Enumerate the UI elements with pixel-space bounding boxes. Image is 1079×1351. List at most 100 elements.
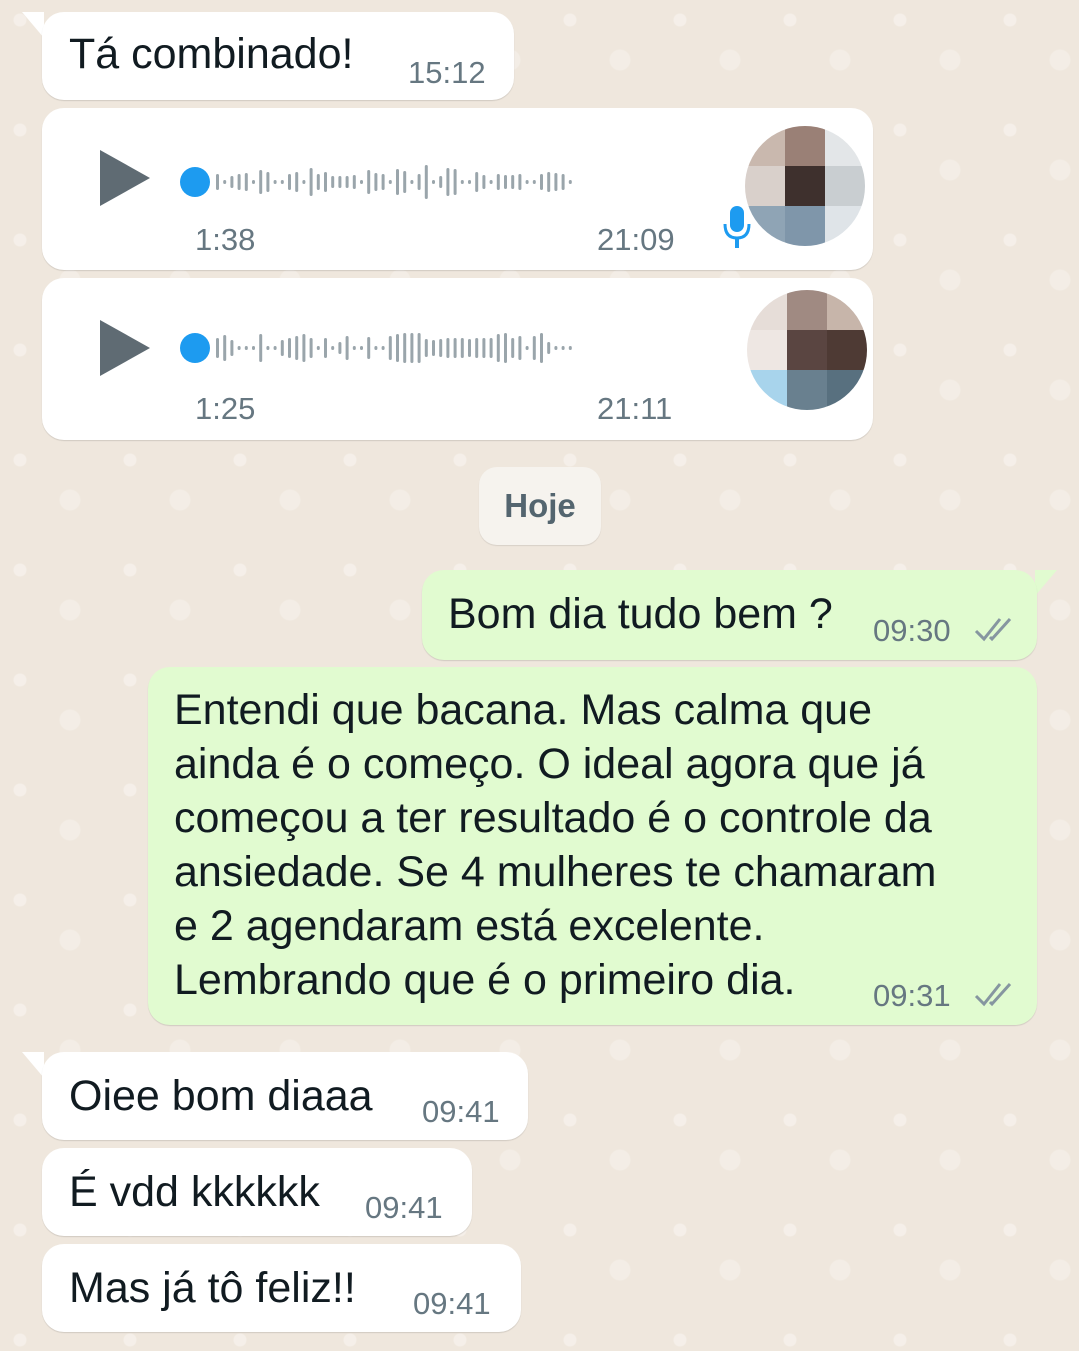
- waveform-bar: [489, 338, 493, 358]
- message-text: Bom dia tudo bem ?: [448, 590, 833, 638]
- waveform-bar: [518, 336, 522, 360]
- waveform-bar: [511, 338, 515, 358]
- read-ticks-icon: [974, 982, 1012, 1007]
- outgoing-message[interactable]: Bom dia tudo bem ? 09:30: [422, 570, 1037, 660]
- waveform-bar: [331, 176, 335, 188]
- date-separator: Hoje: [479, 467, 601, 545]
- waveform-bar: [237, 346, 241, 350]
- waveform-bar: [345, 336, 349, 360]
- waveform-bar: [554, 346, 558, 350]
- waveform-bar: [244, 173, 248, 191]
- waveform-bar: [475, 338, 479, 358]
- waveform-bar: [288, 174, 291, 190]
- waveform-bar: [352, 346, 356, 350]
- incoming-message[interactable]: Tá combinado! 15:12: [42, 12, 514, 100]
- waveform-bar: [273, 346, 277, 350]
- waveform-bar: [482, 338, 486, 358]
- waveform-bar: [410, 180, 414, 184]
- message-time: 21:11: [597, 391, 673, 426]
- waveform-bar: [561, 346, 565, 350]
- waveform-bar: [460, 180, 464, 184]
- waveform-bar: [302, 180, 306, 184]
- waveform-bar: [388, 180, 392, 184]
- incoming-message[interactable]: Oiee bom diaaa 09:41: [42, 1052, 528, 1140]
- message-text: Oiee bom diaaa: [69, 1072, 373, 1120]
- waveform-bar: [554, 173, 558, 191]
- waveform-bar: [475, 172, 479, 192]
- waveform-bar: [504, 175, 507, 189]
- waveform-bar: [540, 333, 543, 363]
- waveform-bar: [424, 165, 428, 199]
- waveform-bar: [504, 333, 507, 363]
- waveform-bar: [374, 346, 378, 350]
- incoming-message[interactable]: Mas já tô feliz!! 09:41: [42, 1244, 521, 1332]
- waveform-bar: [367, 170, 371, 194]
- waveform-bar: [324, 338, 327, 358]
- message-time: 21:09: [597, 222, 675, 257]
- waveform-bar: [374, 173, 378, 191]
- message-time: 09:31: [873, 978, 951, 1013]
- waveform-bar: [532, 180, 536, 184]
- waveform-bar: [381, 174, 385, 190]
- waveform-bar: [403, 333, 407, 363]
- waveform-bar: [410, 333, 414, 363]
- incoming-voice-message[interactable]: 1:25 21:11: [42, 278, 873, 440]
- play-icon[interactable]: [100, 320, 150, 376]
- waveform-bar: [482, 175, 486, 189]
- outgoing-message[interactable]: Entendi que bacana. Mas calma que ainda …: [148, 667, 1037, 1025]
- waveform-bar: [568, 180, 572, 184]
- waveform-bar: [230, 176, 234, 188]
- message-time: 15:12: [408, 55, 486, 90]
- incoming-voice-message[interactable]: 1:38 21:09: [42, 108, 873, 270]
- message-time: 09:41: [422, 1094, 500, 1129]
- waveform-bar: [439, 339, 443, 357]
- waveform-bar: [396, 334, 399, 362]
- waveform-bar: [280, 340, 284, 356]
- message-text: Mas já tô feliz!!: [69, 1264, 356, 1312]
- waveform-bar: [453, 169, 457, 195]
- waveform-bar: [489, 180, 493, 184]
- waveform-bar: [266, 172, 270, 192]
- bubble-tail: [1035, 570, 1057, 596]
- waveform-bar: [396, 169, 399, 195]
- waveform-bar: [223, 180, 227, 184]
- waveform-bar: [388, 336, 392, 360]
- waveform-bar: [381, 346, 385, 350]
- waveform-bar: [525, 180, 529, 184]
- waveform-bar: [252, 180, 255, 184]
- waveform-bar: [460, 338, 464, 358]
- waveform-bar: [252, 346, 255, 350]
- waveform-bar: [547, 342, 551, 354]
- message-time: 09:41: [413, 1286, 491, 1321]
- waveform-bar: [525, 346, 529, 350]
- waveform-bar: [439, 176, 443, 188]
- bubble-tail: [22, 1052, 44, 1078]
- waveform-bar: [216, 174, 219, 190]
- waveform-bar: [324, 172, 327, 192]
- waveform-bar: [259, 334, 263, 362]
- waveform-bar: [403, 171, 407, 193]
- voice-waveform[interactable]: [178, 160, 688, 204]
- waveform-bar: [338, 176, 342, 188]
- waveform-bar: [367, 337, 371, 359]
- waveform-bar: [511, 175, 515, 189]
- waveform-bar: [266, 346, 270, 350]
- waveform-bar: [288, 338, 291, 358]
- waveform-bar: [432, 340, 435, 356]
- waveform-bar: [496, 334, 500, 362]
- waveform-bar: [532, 336, 536, 360]
- waveform-bar: [446, 338, 450, 358]
- waveform-bar: [568, 346, 572, 350]
- waveform-bar: [468, 339, 471, 357]
- message-time: 09:41: [365, 1190, 443, 1225]
- sender-avatar: [745, 126, 865, 246]
- waveform-bar: [230, 340, 234, 356]
- waveform-bar: [345, 176, 349, 188]
- incoming-message[interactable]: É vdd kkkkkk 09:41: [42, 1148, 472, 1236]
- waveform-bar: [540, 174, 543, 190]
- waveform-bar: [417, 333, 421, 363]
- play-icon[interactable]: [100, 150, 150, 206]
- voice-duration: 1:38: [195, 222, 256, 257]
- voice-waveform[interactable]: [178, 326, 688, 370]
- waveform-bar: [244, 346, 248, 350]
